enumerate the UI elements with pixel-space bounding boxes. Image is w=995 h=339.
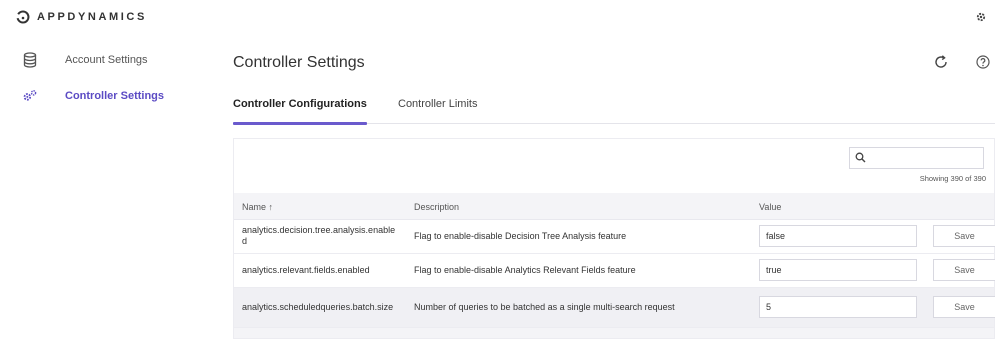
setting-value-input[interactable] — [759, 259, 917, 281]
main-content: Controller Settings Controller Configura… — [205, 36, 995, 339]
gears-icon — [22, 88, 38, 104]
save-cell: Save — [925, 287, 995, 328]
setting-description: Number of queries to be batched as a sin… — [406, 287, 751, 328]
database-icon — [22, 52, 38, 68]
help-icon[interactable] — [975, 54, 991, 70]
table-row: analytics.scheduledqueries.batch.size Nu… — [234, 287, 995, 328]
tab-controller-configurations[interactable]: Controller Configurations — [233, 98, 367, 125]
sidebar-item-label: Account Settings — [65, 54, 148, 66]
column-header-value: Value — [751, 195, 925, 220]
table-row: analytics.decision.tree.analysis.enabled… — [234, 219, 995, 254]
save-cell: Save — [925, 253, 995, 288]
search-box[interactable] — [849, 147, 984, 169]
column-header-name[interactable]: Name ↑ — [234, 195, 406, 220]
sidebar-item-account-settings[interactable]: Account Settings — [0, 44, 205, 76]
sidebar-item-controller-settings[interactable]: Controller Settings — [0, 80, 205, 112]
setting-value-input[interactable] — [759, 225, 917, 247]
save-button[interactable]: Save — [933, 225, 995, 247]
tab-bar: Controller Configurations Controller Lim… — [233, 92, 995, 125]
setting-value-cell — [751, 253, 925, 288]
setting-name: analytics.decision.tree.analysis.enabled — [234, 219, 406, 254]
column-header-description: Description — [406, 195, 751, 220]
settings-table: Name ↑ Description Value analytics.decis… — [234, 195, 995, 328]
refresh-icon[interactable] — [933, 54, 949, 70]
configurations-panel: Showing 390 of 390 Name ↑ Description Va… — [233, 138, 995, 339]
appdynamics-logo-icon — [16, 10, 30, 24]
top-bar: APPDYNAMICS — [0, 0, 995, 36]
setting-value-cell — [751, 287, 925, 328]
column-header-actions — [925, 195, 994, 220]
table-header-row: Name ↑ Description Value — [234, 195, 994, 220]
setting-description: Flag to enable-disable Decision Tree Ana… — [406, 219, 751, 254]
save-button[interactable]: Save — [933, 296, 995, 318]
brand[interactable]: APPDYNAMICS — [16, 10, 147, 24]
page-title: Controller Settings — [233, 54, 365, 71]
search-row: Showing 390 of 390 — [234, 139, 994, 193]
setting-value-cell — [751, 219, 925, 254]
results-count: Showing 390 of 390 — [919, 174, 986, 183]
tab-label: Controller Limits — [398, 98, 478, 110]
brand-name: APPDYNAMICS — [37, 11, 147, 23]
setting-name: analytics.relevant.fields.enabled — [234, 253, 406, 288]
gear-icon[interactable] — [975, 11, 987, 23]
sidebar: Account Settings Controller Settings — [0, 36, 205, 339]
save-cell: Save — [925, 219, 995, 254]
tab-label: Controller Configurations — [233, 98, 367, 110]
save-button[interactable]: Save — [933, 259, 995, 281]
sidebar-item-label: Controller Settings — [65, 90, 165, 102]
setting-value-input[interactable] — [759, 296, 917, 318]
search-input[interactable] — [850, 148, 983, 169]
search-icon — [855, 152, 866, 163]
setting-description: Flag to enable-disable Analytics Relevan… — [406, 253, 751, 288]
table-row: analytics.relevant.fields.enabled Flag t… — [234, 253, 995, 288]
active-tab-indicator — [233, 122, 367, 125]
setting-name: analytics.scheduledqueries.batch.size — [234, 287, 406, 328]
tab-controller-limits[interactable]: Controller Limits — [398, 98, 477, 124]
